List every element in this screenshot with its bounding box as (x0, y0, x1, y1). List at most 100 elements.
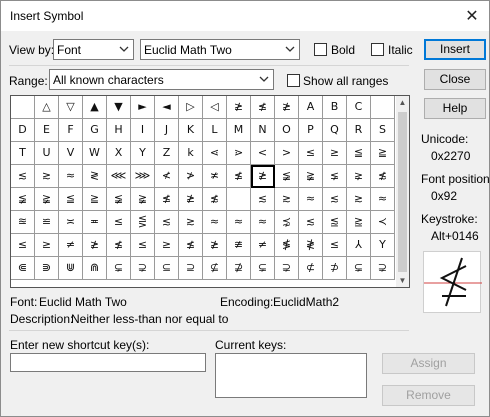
symbol-cell[interactable]: ⊆ (155, 257, 179, 280)
symbol-cell[interactable]: ≲ (299, 211, 323, 234)
symbol-cell[interactable]: ≲ (155, 211, 179, 234)
symbol-cell[interactable]: ≈ (371, 188, 395, 211)
symbol-cell[interactable]: ≠ (59, 234, 83, 257)
symbol-cell[interactable]: A (299, 96, 323, 119)
symbol-cell[interactable]: ⋖ (203, 142, 227, 165)
remove-button[interactable]: Remove (382, 385, 475, 406)
symbol-cell[interactable]: ⪍ (323, 211, 347, 234)
symbol-cell[interactable]: M (227, 119, 251, 142)
symbol-cell[interactable]: F (59, 119, 83, 142)
symbol-cell[interactable]: C (347, 96, 371, 119)
symbol-cell[interactable] (371, 96, 395, 119)
symbol-cell[interactable]: ⪈ (347, 165, 371, 188)
symbol-cell[interactable]: J (155, 119, 179, 142)
symbol-cell[interactable]: > (275, 142, 299, 165)
symbol-cell[interactable]: ⋒ (83, 257, 107, 280)
symbol-cell[interactable]: ≨ (11, 188, 35, 211)
symbol-cell[interactable]: ≥ (323, 142, 347, 165)
symbol-cell[interactable]: ≤ (299, 142, 323, 165)
symbol-cell[interactable]: ▼ (107, 96, 131, 119)
symbol-cell[interactable] (227, 188, 251, 211)
symbol-cell[interactable]: ⪇ (323, 165, 347, 188)
close-button[interactable]: Close (424, 69, 486, 90)
symbol-cell[interactable]: ▽ (59, 96, 83, 119)
symbol-cell[interactable]: ≲ (323, 188, 347, 211)
symbol-cell[interactable]: K (179, 119, 203, 142)
symbol-cell[interactable]: ≧ (371, 142, 395, 165)
symbol-cell[interactable]: ≰ (179, 234, 203, 257)
insert-button[interactable]: Insert (424, 39, 486, 60)
symbol-cell[interactable]: ≖ (83, 211, 107, 234)
symbol-cell[interactable]: ≍ (59, 211, 83, 234)
shortcut-input[interactable] (10, 353, 206, 372)
assign-button[interactable]: Assign (382, 353, 475, 374)
symbol-cell[interactable]: Y (371, 234, 395, 257)
symbol-cell[interactable]: V (59, 142, 83, 165)
current-keys-list[interactable] (215, 353, 367, 398)
symbol-cell[interactable]: Q (323, 119, 347, 142)
symbol-cell[interactable]: ▷ (179, 96, 203, 119)
symbol-cell[interactable]: ≤ (11, 234, 35, 257)
symbol-cell[interactable]: ≱ (275, 96, 299, 119)
symbol-cell[interactable]: ≇ (227, 234, 251, 257)
symbol-cell[interactable]: ≤ (131, 234, 155, 257)
symbol-cell[interactable]: ≭ (203, 165, 227, 188)
symbol-cell[interactable]: ⋙ (131, 165, 155, 188)
symbol-cell[interactable]: ≮ (155, 165, 179, 188)
symbol-cell[interactable]: ⋓ (59, 257, 83, 280)
symbol-cell[interactable]: ≠ (251, 234, 275, 257)
close-icon[interactable]: ✕ (455, 1, 489, 31)
symbol-cell[interactable]: ⋘ (107, 165, 131, 188)
view-by-dropdown[interactable]: Font (53, 39, 134, 60)
symbol-cell[interactable]: ≳ (275, 188, 299, 211)
symbol-cell[interactable]: ≩ (299, 165, 323, 188)
symbol-cell[interactable]: ≦ (347, 142, 371, 165)
symbol-cell[interactable]: ≲ (251, 188, 275, 211)
symbol-cell[interactable]: ≱ (83, 234, 107, 257)
symbol-cell[interactable]: ≸ (275, 234, 299, 257)
symbol-cell[interactable]: ≨ (275, 165, 299, 188)
symbol-cell[interactable]: N (251, 119, 275, 142)
symbol-grid[interactable]: △ ▽ ▲ ▼ ► ◄ ▷ ◁ ≱ ≰ ≱ A B C D E F G H I J K L M N O P Q R S T U V W X Y Zk ⋖ ⋗… (11, 96, 396, 287)
symbol-cell[interactable]: ⪎ (347, 211, 371, 234)
symbol-cell[interactable]: X (107, 142, 131, 165)
symbol-cell[interactable]: ⊇ (179, 257, 203, 280)
symbol-cell[interactable]: H (107, 119, 131, 142)
symbol-cell[interactable]: ≳ (35, 165, 59, 188)
symbol-cell[interactable]: ≺ (371, 211, 395, 234)
symbol-cell[interactable]: ≯ (179, 165, 203, 188)
symbol-cell[interactable]: ⋚ (131, 211, 155, 234)
show-all-ranges-checkbox[interactable] (287, 74, 300, 87)
symbol-cell[interactable]: W (83, 142, 107, 165)
symbol-cell[interactable]: ≈ (227, 211, 251, 234)
symbol-cell[interactable]: ≷ (83, 165, 107, 188)
symbol-cell[interactable]: Y (131, 142, 155, 165)
symbol-cell[interactable]: ≧ (83, 188, 107, 211)
symbol-cell[interactable]: ⊋ (371, 257, 395, 280)
symbol-cell[interactable]: ⊉ (227, 257, 251, 280)
symbol-cell[interactable]: ≰ (227, 165, 251, 188)
symbol-cell[interactable]: △ (35, 96, 59, 119)
symbol-cell[interactable]: ≩ (131, 188, 155, 211)
symbol-cell[interactable]: ≱ (251, 165, 275, 188)
symbol-cell[interactable]: ⋗ (227, 142, 251, 165)
symbol-cell[interactable]: ⋐ (11, 257, 35, 280)
scroll-up-icon[interactable]: ▲ (398, 98, 407, 107)
symbol-cell[interactable]: L (203, 119, 227, 142)
symbol-cell[interactable]: ≈ (251, 211, 275, 234)
symbol-cell[interactable]: G (83, 119, 107, 142)
symbol-cell[interactable]: ≤ (107, 211, 131, 234)
symbol-cell[interactable]: ▲ (83, 96, 107, 119)
symbol-cell[interactable]: ⊅ (323, 257, 347, 280)
symbol-cell[interactable]: I (131, 119, 155, 142)
symbol-cell[interactable]: k (179, 142, 203, 165)
symbol-cell[interactable]: ≴ (203, 188, 227, 211)
help-button[interactable]: Help (424, 98, 486, 119)
symbol-cell[interactable]: ≳ (179, 211, 203, 234)
symbol-cell[interactable]: O (275, 119, 299, 142)
range-dropdown[interactable]: All known characters (49, 69, 274, 90)
symbol-cell[interactable]: ≱ (227, 96, 251, 119)
symbol-cell[interactable]: ≊ (11, 211, 35, 234)
symbol-cell[interactable]: R (347, 119, 371, 142)
symbol-cell[interactable]: ⊋ (131, 257, 155, 280)
